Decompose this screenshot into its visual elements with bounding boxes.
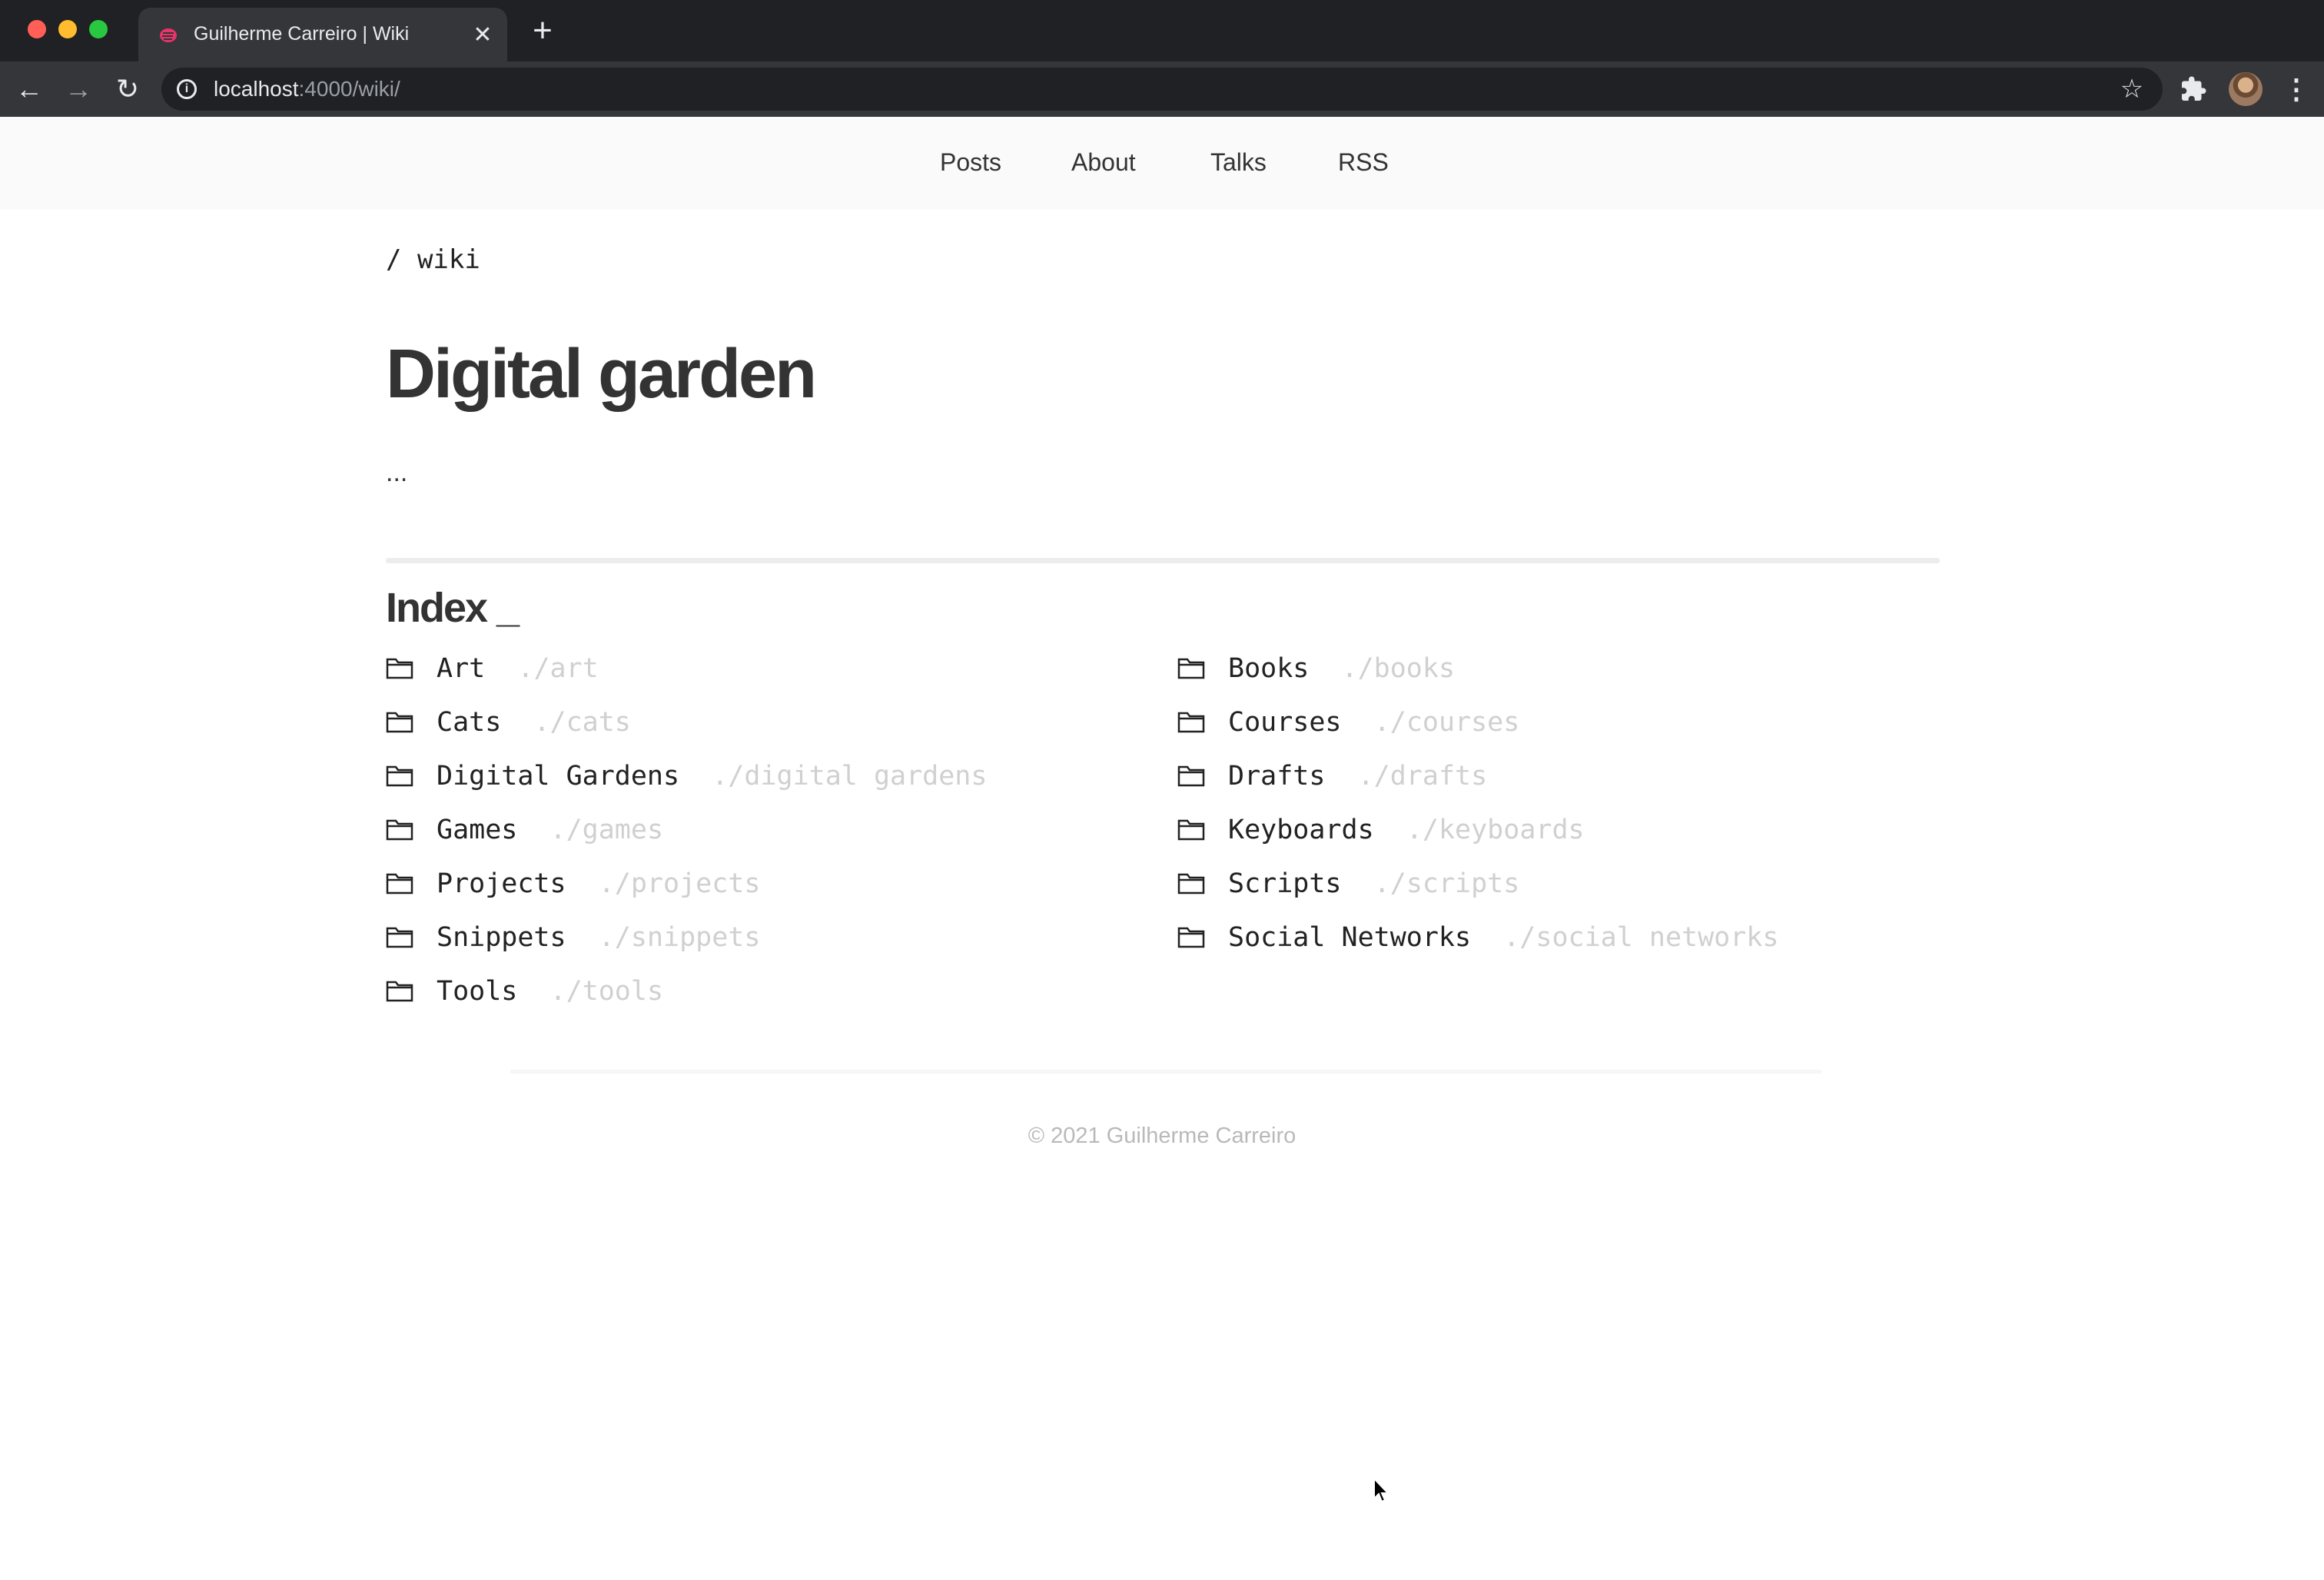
profile-avatar[interactable]: [2229, 72, 2263, 106]
close-window-button[interactable]: [28, 20, 46, 38]
wiki-item-path: ./snippets: [598, 922, 761, 953]
folder-icon: [1177, 658, 1205, 679]
wiki-item-name: Scripts: [1228, 868, 1342, 899]
wiki-item-path: ./courses: [1373, 707, 1520, 738]
browser-toolbar: ← → ↻ i localhost:4000/wiki/ ☆ ⋮: [0, 61, 2324, 117]
breadcrumb[interactable]: / wiki: [386, 244, 480, 275]
wiki-item-name: Digital Gardens: [437, 761, 680, 792]
site-favicon-icon: [160, 28, 177, 42]
browser-tab-active[interactable]: Guilherme Carreiro | Wiki ✕: [138, 8, 507, 61]
wiki-item-name: Drafts: [1228, 761, 1326, 792]
wiki-item-path: ./games: [549, 815, 664, 845]
reload-icon[interactable]: ↻: [109, 71, 146, 108]
wiki-item-name: Books: [1228, 653, 1310, 684]
wiki-item-path: ./tools: [549, 976, 664, 1007]
folder-icon: [386, 658, 413, 679]
url-host: localhost: [214, 77, 299, 101]
index-heading: Index _: [386, 585, 520, 631]
site-navigation: Posts About Talks RSS: [0, 117, 2324, 209]
tab-title: Guilherme Carreiro | Wiki: [194, 23, 410, 45]
wiki-item-name: Snippets: [437, 922, 566, 953]
wiki-item-name: Social Networks: [1228, 922, 1472, 953]
wiki-item-path: ./digital gardens: [712, 761, 988, 792]
folder-icon: [386, 765, 413, 787]
url-path: :4000/wiki/: [298, 77, 400, 101]
folder-icon: [386, 819, 413, 841]
new-tab-button[interactable]: +: [527, 14, 558, 48]
folder-icon: [1177, 712, 1205, 733]
wiki-item-name: Games: [437, 815, 518, 845]
wiki-item-path: ./scripts: [1373, 868, 1520, 899]
page-title: Digital garden: [386, 336, 817, 413]
browser-menu-icon[interactable]: ⋮: [2282, 72, 2310, 106]
wiki-item-path: ./art: [517, 653, 599, 684]
bookmark-star-icon[interactable]: ☆: [2116, 74, 2147, 105]
wiki-item-name: Projects: [437, 868, 566, 899]
wiki-item-name: Keyboards: [1228, 815, 1374, 845]
nav-link-posts[interactable]: Posts: [940, 117, 1001, 207]
wiki-item-path: ./projects: [598, 868, 761, 899]
section-divider: [386, 558, 1940, 563]
folder-icon: [1177, 819, 1205, 841]
wiki-index-list: Art ./art Cats ./cats Digital Gardens ./…: [386, 647, 2000, 1007]
wiki-item-path: ./drafts: [1357, 761, 1488, 792]
wiki-item-path: ./books: [1341, 653, 1456, 684]
site-info-icon[interactable]: i: [177, 79, 197, 99]
browser-tab-bar: Guilherme Carreiro | Wiki ✕ +: [0, 0, 2324, 61]
folder-icon: [1177, 765, 1205, 787]
wiki-item-name: Art: [437, 653, 486, 684]
url-text[interactable]: localhost:4000/wiki/: [214, 68, 400, 111]
back-arrow-icon[interactable]: ←: [11, 71, 48, 108]
nav-link-about[interactable]: About: [1071, 117, 1136, 207]
wiki-item-path: ./social networks: [1503, 922, 1779, 953]
mouse-cursor-icon: [1373, 1477, 1390, 1503]
maximize-window-button[interactable]: [89, 20, 108, 38]
folder-icon: [386, 981, 413, 1002]
folder-icon: [386, 873, 413, 895]
nav-link-rss[interactable]: RSS: [1338, 117, 1389, 207]
forward-arrow-icon[interactable]: →: [60, 71, 97, 108]
address-bar[interactable]: i localhost:4000/wiki/ ☆: [161, 68, 2163, 111]
wiki-item-name: Courses: [1228, 707, 1342, 738]
folder-icon: [386, 712, 413, 733]
folder-icon: [1177, 927, 1205, 948]
minimize-window-button[interactable]: [58, 20, 77, 38]
wiki-item-name: Tools: [437, 976, 518, 1007]
folder-icon: [1177, 873, 1205, 895]
page-intro-text: ...: [386, 458, 408, 487]
footer-copyright: © 2021 Guilherme Carreiro: [1028, 1124, 1296, 1148]
wiki-item-path: ./keyboards: [1406, 815, 1585, 845]
wiki-item-path: ./cats: [533, 707, 631, 738]
close-tab-icon[interactable]: ✕: [470, 23, 495, 48]
folder-icon: [386, 927, 413, 948]
nav-link-talks[interactable]: Talks: [1210, 117, 1267, 207]
wiki-item-name: Cats: [437, 707, 502, 738]
extensions-puzzle-icon[interactable]: [2180, 75, 2207, 103]
footer-divider: [510, 1070, 1821, 1074]
